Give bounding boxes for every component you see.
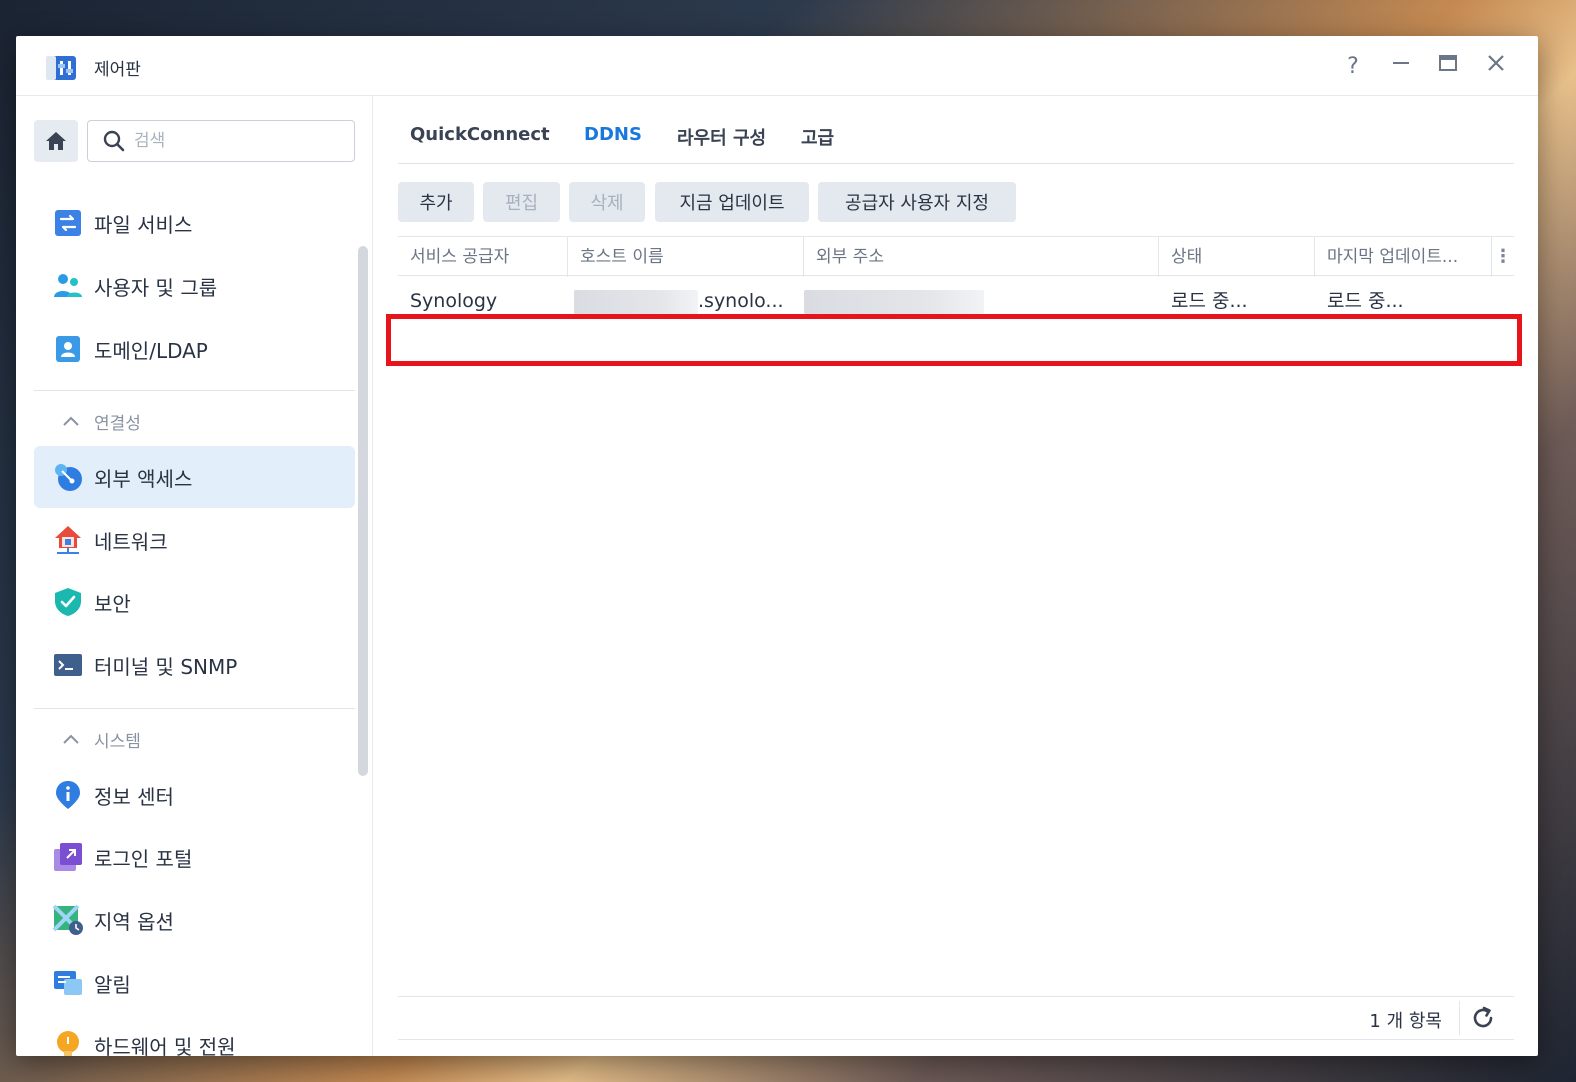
column-header-status[interactable]: 상태 xyxy=(1159,237,1315,277)
home-button[interactable] xyxy=(34,120,78,162)
minimize-button[interactable] xyxy=(1386,52,1416,82)
column-header-provider[interactable]: 서비스 공급자 xyxy=(398,237,568,277)
table-footer: 1 개 항목 xyxy=(398,996,1514,1040)
chevron-up-icon xyxy=(63,734,79,744)
redacted-hostname xyxy=(574,290,698,314)
control-panel-window: 제어판 ? 검색 파일 서비스 사용자 및 그룹 도메인/LDAP 연결성 외부… xyxy=(16,36,1538,1056)
sidebar-item-security[interactable]: 보안 xyxy=(34,571,355,633)
column-menu-icon[interactable]: ⋮ xyxy=(1492,237,1514,277)
customize-provider-button[interactable]: 공급자 사용자 지정 xyxy=(818,182,1016,222)
tab-quickconnect[interactable]: QuickConnect xyxy=(410,124,550,145)
sidebar-item-label: 하드웨어 및 전원 xyxy=(94,1034,236,1057)
sidebar-item-external-access[interactable]: 외부 액세스 xyxy=(34,446,355,508)
close-icon xyxy=(1488,55,1504,71)
update-now-button[interactable]: 지금 업데이트 xyxy=(655,182,809,222)
section-label: 시스템 xyxy=(94,731,141,752)
terminal-icon xyxy=(54,654,82,676)
delete-button[interactable]: 삭제 xyxy=(569,182,645,222)
help-button[interactable]: ? xyxy=(1338,52,1368,82)
home-icon xyxy=(46,132,66,150)
window-title: 제어판 xyxy=(94,60,141,80)
redacted-external-address xyxy=(804,290,984,314)
sidebar-item-notification[interactable]: 알림 xyxy=(34,952,355,1014)
sidebar-item-label: 도메인/LDAP xyxy=(94,338,208,363)
sidebar-item-label: 사용자 및 그룹 xyxy=(94,275,218,300)
users-group-icon xyxy=(54,274,82,297)
file-services-icon xyxy=(55,210,81,236)
add-button[interactable]: 추가 xyxy=(398,182,474,222)
sidebar-item-domain-ldap[interactable]: 도메인/LDAP xyxy=(34,318,355,380)
sidebar-item-login-portal[interactable]: 로그인 포털 xyxy=(34,826,355,888)
column-header-hostname[interactable]: 호스트 이름 xyxy=(568,237,804,277)
sidebar-divider xyxy=(34,390,355,391)
sidebar-item-label: 로그인 포털 xyxy=(94,846,193,871)
search-input[interactable] xyxy=(134,131,334,151)
sidebar-item-label: 지역 옵션 xyxy=(94,909,174,934)
main-panel: QuickConnect DDNS 라우터 구성 고급 추가 편집 삭제 지금 … xyxy=(374,96,1538,1056)
sidebar-item-label: 외부 액세스 xyxy=(94,466,193,491)
search-icon xyxy=(103,130,125,152)
sidebar: 파일 서비스 사용자 및 그룹 도메인/LDAP 연결성 xyxy=(16,96,373,1056)
sidebar-item-terminal-snmp[interactable]: 터미널 및 SNMP xyxy=(34,634,355,696)
sidebar-item-label: 터미널 및 SNMP xyxy=(94,654,238,679)
search-box[interactable] xyxy=(87,120,355,162)
chevron-up-icon xyxy=(63,416,79,426)
minimize-icon xyxy=(1393,62,1409,64)
section-label: 연결성 xyxy=(94,413,141,434)
info-center-icon xyxy=(56,781,80,809)
sidebar-item-network[interactable]: 네트워크 xyxy=(34,509,355,571)
maximize-icon xyxy=(1439,55,1457,71)
cell-last-update: 로드 중... xyxy=(1327,290,1404,312)
notification-icon xyxy=(54,971,82,995)
footer-divider xyxy=(1459,1001,1460,1035)
hardware-power-icon xyxy=(57,1031,79,1056)
sidebar-item-label: 알림 xyxy=(94,972,131,997)
external-access-icon xyxy=(55,464,82,491)
regional-options-icon xyxy=(52,904,83,935)
cell-status: 로드 중... xyxy=(1171,290,1248,312)
sidebar-item-regional-options[interactable]: 지역 옵션 xyxy=(34,889,355,951)
sidebar-item-info-center[interactable]: 정보 센터 xyxy=(34,764,355,826)
sidebar-item-label: 파일 서비스 xyxy=(94,212,193,237)
cell-provider: Synology xyxy=(410,290,498,312)
close-button[interactable] xyxy=(1481,52,1511,82)
item-count: 1 개 항목 xyxy=(1369,1011,1442,1032)
sidebar-item-label: 정보 센터 xyxy=(94,784,174,809)
maximize-button[interactable] xyxy=(1433,52,1463,82)
title-bar: 제어판 ? xyxy=(16,36,1538,96)
column-header-last-update[interactable]: 마지막 업데이트... xyxy=(1315,237,1492,277)
column-header-external-address[interactable]: 외부 주소 xyxy=(804,237,1159,277)
domain-ldap-icon xyxy=(56,336,80,362)
tab-bar: QuickConnect DDNS 라우터 구성 고급 xyxy=(398,120,1514,164)
sidebar-item-users-groups[interactable]: 사용자 및 그룹 xyxy=(34,255,355,317)
tab-router-config[interactable]: 라우터 구성 xyxy=(677,124,766,150)
tab-advanced[interactable]: 고급 xyxy=(801,124,834,150)
sidebar-scrollbar[interactable] xyxy=(358,246,368,776)
sidebar-item-label: 네트워크 xyxy=(94,529,168,554)
sidebar-item-hardware-power[interactable]: 하드웨어 및 전원 xyxy=(34,1014,355,1056)
cell-hostname-suffix: .synolo... xyxy=(698,290,784,312)
control-panel-app-icon xyxy=(46,56,76,80)
security-shield-icon xyxy=(55,588,81,616)
tab-ddns[interactable]: DDNS xyxy=(584,124,642,145)
login-portal-icon xyxy=(54,843,82,871)
table-row[interactable]: Synology .synolo... 로드 중... 로드 중... xyxy=(398,278,1514,324)
sidebar-divider xyxy=(34,708,355,709)
network-icon xyxy=(55,526,81,554)
table-header: 서비스 공급자 호스트 이름 외부 주소 상태 마지막 업데이트... ⋮ xyxy=(398,236,1514,277)
edit-button[interactable]: 편집 xyxy=(483,182,560,222)
sidebar-item-file-services[interactable]: 파일 서비스 xyxy=(34,192,355,254)
refresh-icon[interactable] xyxy=(1470,1005,1496,1031)
sidebar-item-label: 보안 xyxy=(94,591,131,616)
